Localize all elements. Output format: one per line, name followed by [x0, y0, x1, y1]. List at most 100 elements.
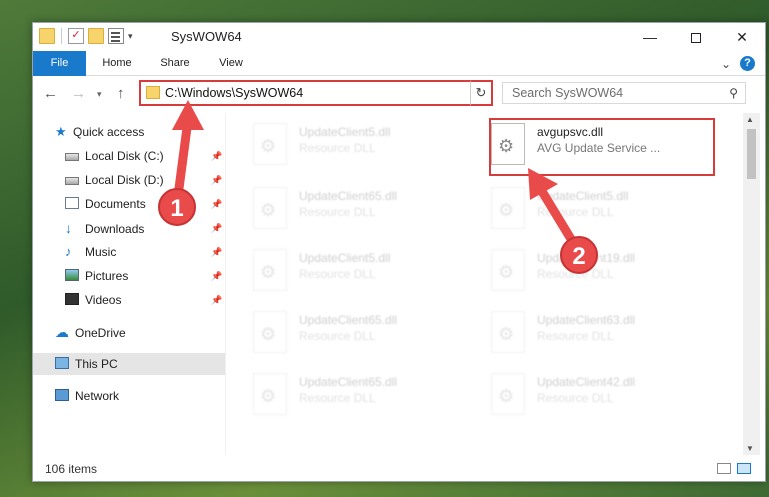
- list-icon[interactable]: [108, 28, 124, 44]
- maximize-button[interactable]: [673, 23, 719, 51]
- file-item[interactable]: UpdateClient63.dll Resource DLL: [467, 305, 697, 359]
- sidebar-item-label: Downloads: [85, 222, 145, 236]
- dll-file-icon: [253, 373, 287, 415]
- star-icon: ★: [55, 124, 67, 139]
- download-icon: ↓: [65, 220, 72, 236]
- file-name: UpdateClient65.dll: [299, 375, 398, 389]
- sidebar-item-videos[interactable]: Videos: [65, 289, 121, 311]
- pin-icon[interactable]: 📌: [211, 199, 222, 210]
- sidebar-item-network[interactable]: Network: [55, 385, 119, 407]
- dll-file-icon: [253, 187, 287, 229]
- video-icon: [65, 293, 79, 305]
- pin-icon[interactable]: 📌: [211, 223, 222, 234]
- file-list: UpdateClient5.dll Resource DLL avgupsvc.…: [229, 113, 741, 455]
- sidebar-item-pictures[interactable]: Pictures: [65, 265, 128, 287]
- vertical-scrollbar[interactable]: ▲ ▼: [743, 113, 760, 455]
- tab-share[interactable]: Share: [149, 51, 201, 76]
- scroll-thumb[interactable]: [747, 129, 756, 179]
- sidebar-item-label: Local Disk (D:): [85, 173, 164, 187]
- file-description: Resource DLL: [299, 329, 376, 343]
- sidebar-item-label: This PC: [75, 357, 118, 371]
- tab-home[interactable]: Home: [91, 51, 143, 76]
- chevron-down-icon[interactable]: ▾: [128, 31, 133, 42]
- dll-file-icon: [253, 249, 287, 291]
- properties-check-icon[interactable]: ✓: [68, 28, 84, 44]
- sidebar-item-this-pc[interactable]: This PC: [33, 353, 225, 375]
- search-placeholder: Search SysWOW64: [512, 86, 624, 100]
- sidebar-item-label: Documents: [85, 197, 146, 211]
- back-arrow-icon[interactable]: ←: [43, 85, 58, 102]
- sidebar-item-local-disk-d[interactable]: Local Disk (D:): [65, 169, 164, 191]
- dll-file-icon: [491, 249, 525, 291]
- close-button[interactable]: ✕: [719, 23, 765, 51]
- file-item[interactable]: UpdateClient5.dll Resource DLL: [229, 243, 459, 297]
- item-count: 106 items: [45, 462, 98, 476]
- file-name: UpdateClient42.dll: [537, 375, 636, 389]
- search-input[interactable]: Search SysWOW64 ⚲: [502, 82, 746, 104]
- sidebar-item-music[interactable]: ♪ Music: [65, 241, 116, 263]
- file-item[interactable]: UpdateClient65.dll Resource DLL: [229, 305, 459, 359]
- sidebar-item-downloads[interactable]: ↓ Downloads: [65, 217, 144, 239]
- expand-ribbon-icon[interactable]: ⌄: [721, 57, 731, 71]
- pin-icon[interactable]: 📌: [211, 271, 222, 282]
- pin-icon[interactable]: 📌: [211, 175, 222, 186]
- file-item[interactable]: UpdateClient65.dll Resource DLL: [229, 367, 459, 421]
- explorer-window: ✓ ▾ SysWOW64 — ✕ File Home Share View ⌄ …: [32, 22, 766, 482]
- sidebar-item-documents[interactable]: Documents: [65, 193, 146, 215]
- tab-view[interactable]: View: [205, 51, 257, 76]
- sidebar-item-label: OneDrive: [75, 326, 126, 340]
- pin-icon[interactable]: 📌: [211, 295, 222, 306]
- up-arrow-icon[interactable]: ↑: [117, 85, 125, 102]
- document-icon: [65, 197, 79, 209]
- disk-icon: [65, 153, 79, 161]
- address-path[interactable]: C:\Windows\SysWOW64: [165, 86, 303, 100]
- forward-arrow-icon[interactable]: →: [71, 85, 86, 102]
- recent-locations-chevron-icon[interactable]: ▾: [97, 89, 102, 100]
- large-icons-view-icon[interactable]: [737, 463, 751, 474]
- file-description: Resource DLL: [537, 329, 614, 343]
- window-title: SysWOW64: [171, 29, 242, 44]
- tab-file[interactable]: File: [33, 51, 86, 76]
- dll-file-icon: [491, 373, 525, 415]
- file-name: UpdateClient63.dll: [537, 313, 636, 327]
- navigation-bar: ← → ▾ ↑ C:\Windows\SysWOW64 ⌄ ↻ Search S…: [33, 77, 765, 111]
- file-item[interactable]: UpdateClient5.dll Resource DLL: [229, 117, 459, 171]
- help-icon[interactable]: ?: [740, 56, 755, 71]
- picture-icon: [65, 269, 79, 281]
- file-item[interactable]: UpdateClient65.dll Resource DLL: [229, 181, 459, 235]
- sidebar-item-onedrive[interactable]: ☁ OneDrive: [55, 321, 126, 343]
- folder-icon: [146, 86, 160, 99]
- pane-divider[interactable]: [225, 113, 226, 455]
- file-description: Resource DLL: [299, 205, 376, 219]
- disk-icon: [65, 177, 79, 185]
- sidebar-item-label: Music: [85, 245, 117, 259]
- sidebar-item-quick-access[interactable]: ★ Quick access: [55, 121, 144, 143]
- pin-icon[interactable]: 📌: [211, 151, 222, 162]
- file-name: UpdateClient5.dll: [299, 251, 391, 265]
- pin-icon[interactable]: 📌: [211, 247, 222, 258]
- music-icon: ♪: [65, 244, 72, 259]
- cloud-icon: ☁: [55, 324, 69, 340]
- scroll-down-icon[interactable]: ▼: [746, 444, 754, 453]
- refresh-icon: ↻: [475, 85, 487, 100]
- refresh-button[interactable]: ↻: [470, 80, 493, 106]
- sidebar-item-label: Network: [75, 389, 120, 403]
- file-item[interactable]: UpdateClient5.dll Resource DLL: [467, 181, 697, 235]
- sidebar-item-local-disk-c[interactable]: Local Disk (C:): [65, 145, 225, 167]
- search-icon[interactable]: ⚲: [729, 86, 738, 100]
- address-bar[interactable]: C:\Windows\SysWOW64 ⌄: [139, 80, 493, 106]
- sidebar-item-label: Pictures: [85, 269, 129, 283]
- file-item[interactable]: UpdateClient42.dll Resource DLL: [467, 367, 697, 421]
- file-name: UpdateClient65.dll: [299, 313, 398, 327]
- dll-file-icon: [253, 311, 287, 353]
- file-description: Resource DLL: [299, 391, 376, 405]
- callout-badge-2: 2: [560, 236, 598, 274]
- minimize-button[interactable]: —: [627, 23, 673, 51]
- status-bar: 106 items: [33, 457, 765, 481]
- details-view-icon[interactable]: [717, 463, 731, 474]
- scroll-up-icon[interactable]: ▲: [746, 115, 754, 124]
- new-folder-icon[interactable]: [88, 28, 104, 44]
- sidebar-item-label: Videos: [85, 293, 122, 307]
- callout-badge-1: 1: [158, 188, 196, 226]
- file-description: Resource DLL: [299, 267, 376, 281]
